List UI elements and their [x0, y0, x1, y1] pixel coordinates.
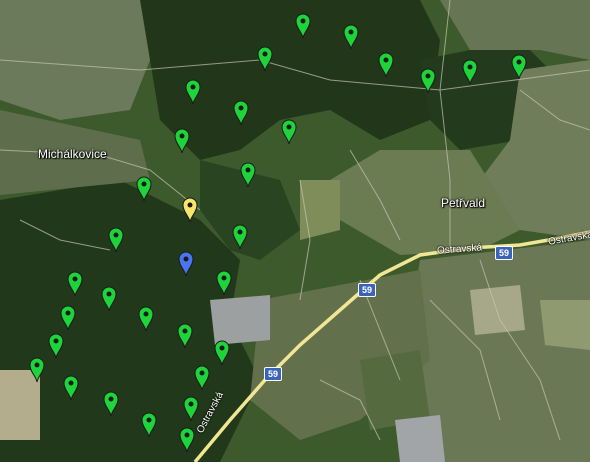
green-map-marker-icon[interactable]	[214, 340, 230, 366]
satellite-map[interactable]: Michálkovice Petřvald Ostravská Ostravsk…	[0, 0, 590, 462]
green-map-marker-icon[interactable]	[216, 270, 232, 296]
green-map-marker-icon[interactable]	[232, 224, 248, 250]
green-map-marker-icon[interactable]	[257, 46, 273, 72]
green-map-marker-icon[interactable]	[174, 128, 190, 154]
route-shield-59-south: 59	[264, 367, 283, 381]
green-map-marker-icon[interactable]	[462, 59, 478, 85]
green-map-marker-icon[interactable]	[60, 305, 76, 331]
green-map-marker-icon[interactable]	[29, 357, 45, 383]
green-map-marker-icon[interactable]	[48, 333, 64, 359]
green-map-marker-icon[interactable]	[511, 54, 527, 80]
green-map-marker-icon[interactable]	[240, 162, 256, 188]
green-map-marker-icon[interactable]	[138, 306, 154, 332]
green-map-marker-icon[interactable]	[420, 68, 436, 94]
green-map-marker-icon[interactable]	[136, 176, 152, 202]
green-map-marker-icon[interactable]	[378, 52, 394, 78]
green-map-marker-icon[interactable]	[141, 412, 157, 438]
green-map-marker-icon[interactable]	[103, 391, 119, 417]
satellite-imagery	[0, 0, 590, 462]
green-map-marker-icon[interactable]	[183, 396, 199, 422]
green-map-marker-icon[interactable]	[233, 100, 249, 126]
green-map-marker-icon[interactable]	[67, 271, 83, 297]
green-map-marker-icon[interactable]	[295, 13, 311, 39]
green-map-marker-icon[interactable]	[281, 119, 297, 145]
place-label-michalkovice: Michálkovice	[38, 147, 107, 161]
route-shield-59-east: 59	[495, 246, 514, 260]
green-map-marker-icon[interactable]	[108, 227, 124, 253]
route-shield-59-mid: 59	[358, 283, 377, 297]
green-map-marker-icon[interactable]	[343, 24, 359, 50]
green-map-marker-icon[interactable]	[179, 427, 195, 453]
green-map-marker-icon[interactable]	[194, 365, 210, 391]
place-label-petrvald: Petřvald	[441, 196, 486, 210]
green-map-marker-icon[interactable]	[63, 375, 79, 401]
green-map-marker-icon[interactable]	[185, 79, 201, 105]
yellow-map-marker-icon[interactable]	[182, 197, 198, 223]
blue-map-marker-icon[interactable]	[178, 251, 194, 277]
green-map-marker-icon[interactable]	[177, 323, 193, 349]
green-map-marker-icon[interactable]	[101, 286, 117, 312]
